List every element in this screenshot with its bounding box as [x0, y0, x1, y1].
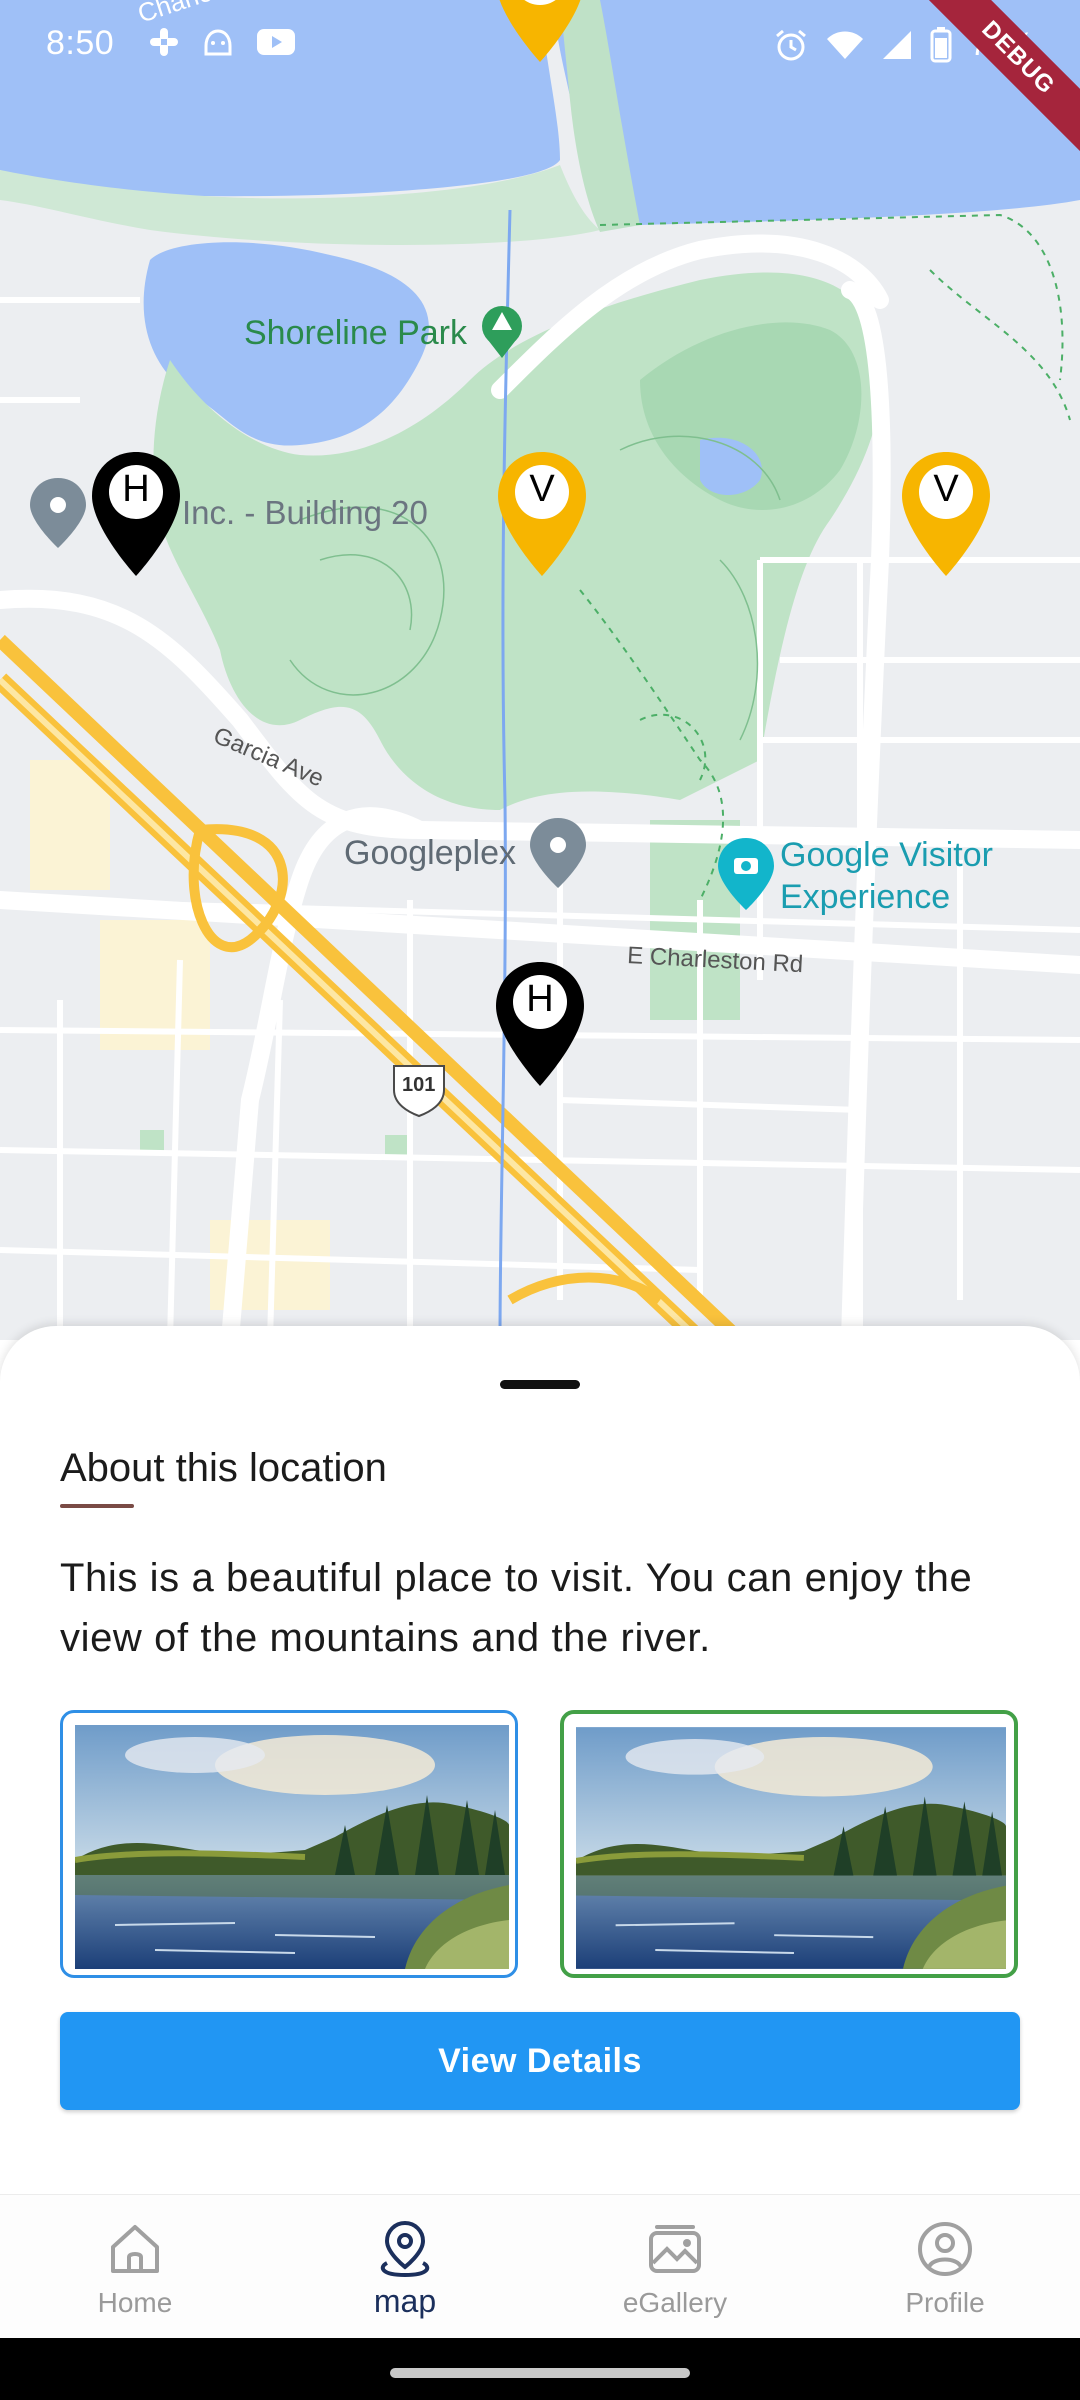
visit-marker-pin[interactable]: V — [496, 450, 588, 578]
bottom-navigation-bar: Home map eGallery Profile — [0, 2194, 1080, 2339]
map-view[interactable]: Shoreline Park Inc. - Building 20 Garcia… — [0, 0, 1080, 1340]
home-icon — [111, 2225, 159, 2273]
hotel-marker-letter: H — [122, 468, 150, 510]
gallery-icon — [649, 2225, 701, 2273]
sheet-drag-handle[interactable] — [500, 1380, 580, 1389]
lake-forest-image — [75, 1725, 509, 1969]
visit-marker-letter: V — [529, 468, 555, 510]
wifi-icon — [826, 31, 863, 59]
map-label-visitor-line1[interactable]: Google Visitor — [780, 836, 993, 875]
nav-item-egallery[interactable]: eGallery — [540, 2195, 810, 2339]
hotel-marker-pin[interactable]: H — [90, 450, 182, 578]
about-location-title: About this location — [60, 1446, 387, 1490]
view-details-button[interactable]: View Details — [60, 2012, 1020, 2110]
map-background — [0, 0, 1080, 1340]
location-description: This is a beautiful place to visit. You … — [60, 1556, 973, 1660]
status-bar: 8:50 78% — [0, 0, 1080, 92]
slack-icon — [150, 28, 178, 56]
nav-label-home: Home — [97, 2287, 173, 2318]
map-pin-icon — [380, 2220, 430, 2278]
hotel-marker-pin[interactable]: H — [494, 960, 586, 1088]
gesture-home-indicator[interactable] — [390, 2368, 690, 2378]
status-left-icons — [148, 26, 296, 58]
nav-item-map[interactable]: map — [270, 2195, 540, 2339]
map-label-highway-101: 101 — [402, 1074, 436, 1096]
nav-item-home[interactable]: Home — [0, 2195, 270, 2339]
signal-icon — [882, 30, 911, 59]
visit-marker-letter: V — [933, 468, 959, 510]
nav-label-map: map — [373, 2283, 437, 2319]
map-label-building-20[interactable]: Inc. - Building 20 — [182, 494, 428, 532]
map-label-shoreline-park[interactable]: Shoreline Park — [244, 314, 467, 353]
youtube-icon — [257, 29, 295, 55]
android-icon — [204, 29, 232, 56]
status-time: 8:50 — [46, 24, 115, 62]
nav-label-egallery: eGallery — [622, 2287, 728, 2318]
location-photo-thumbnail[interactable] — [60, 1710, 518, 1978]
alarm-icon — [775, 29, 806, 60]
map-label-visitor-line2[interactable]: Experience — [780, 878, 950, 917]
map-label-googleplex[interactable]: Googleplex — [344, 834, 516, 873]
battery-icon — [930, 26, 952, 62]
title-underline — [60, 1504, 134, 1508]
nav-item-profile[interactable]: Profile — [810, 2195, 1080, 2339]
location-photo-thumbnail-selected[interactable] — [560, 1710, 1018, 1978]
visit-marker-pin[interactable]: V — [900, 450, 992, 578]
lake-forest-image — [576, 1727, 1006, 1969]
profile-icon — [918, 2222, 972, 2276]
nav-label-profile: Profile — [905, 2287, 985, 2318]
hotel-marker-letter: H — [526, 978, 554, 1020]
